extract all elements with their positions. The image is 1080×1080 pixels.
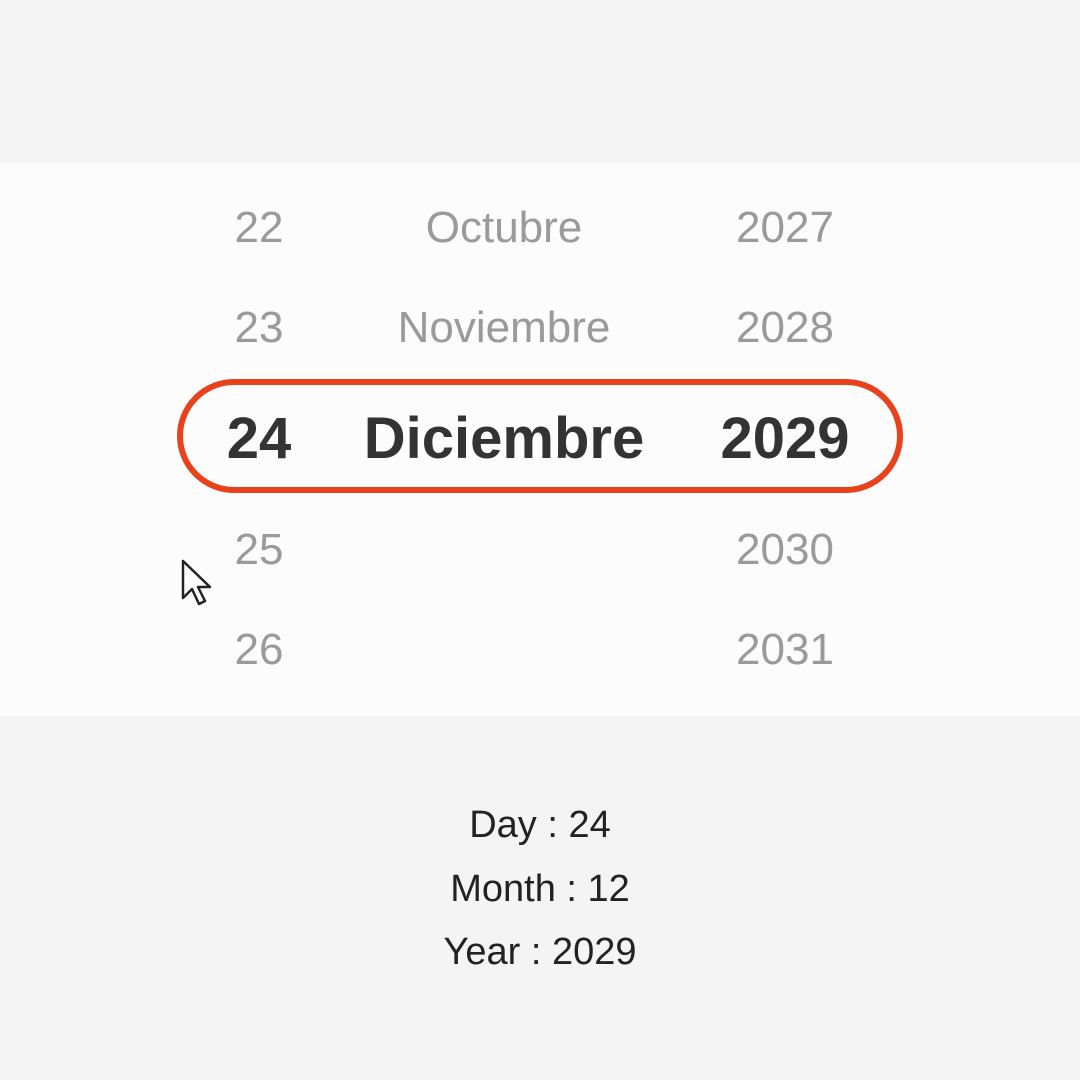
year-result-text: Year : 2029 xyxy=(443,931,637,973)
day-option[interactable]: 22 xyxy=(235,198,284,258)
year-option[interactable]: 2030 xyxy=(736,520,834,580)
month-result-text: Month : 12 xyxy=(450,868,630,910)
day-result-text: Day : 24 xyxy=(469,804,611,846)
year-option[interactable]: 2028 xyxy=(736,298,834,358)
day-option[interactable]: 23 xyxy=(235,298,284,358)
selection-highlight xyxy=(177,379,903,493)
month-option[interactable]: Octubre xyxy=(426,198,583,258)
mouse-pointer-icon xyxy=(181,559,212,606)
month-option[interactable]: Noviembre xyxy=(398,298,611,358)
year-option[interactable]: 2027 xyxy=(736,198,834,258)
day-option[interactable]: 26 xyxy=(235,620,284,680)
day-option[interactable]: 25 xyxy=(235,520,284,580)
year-option[interactable]: 2031 xyxy=(736,620,834,680)
